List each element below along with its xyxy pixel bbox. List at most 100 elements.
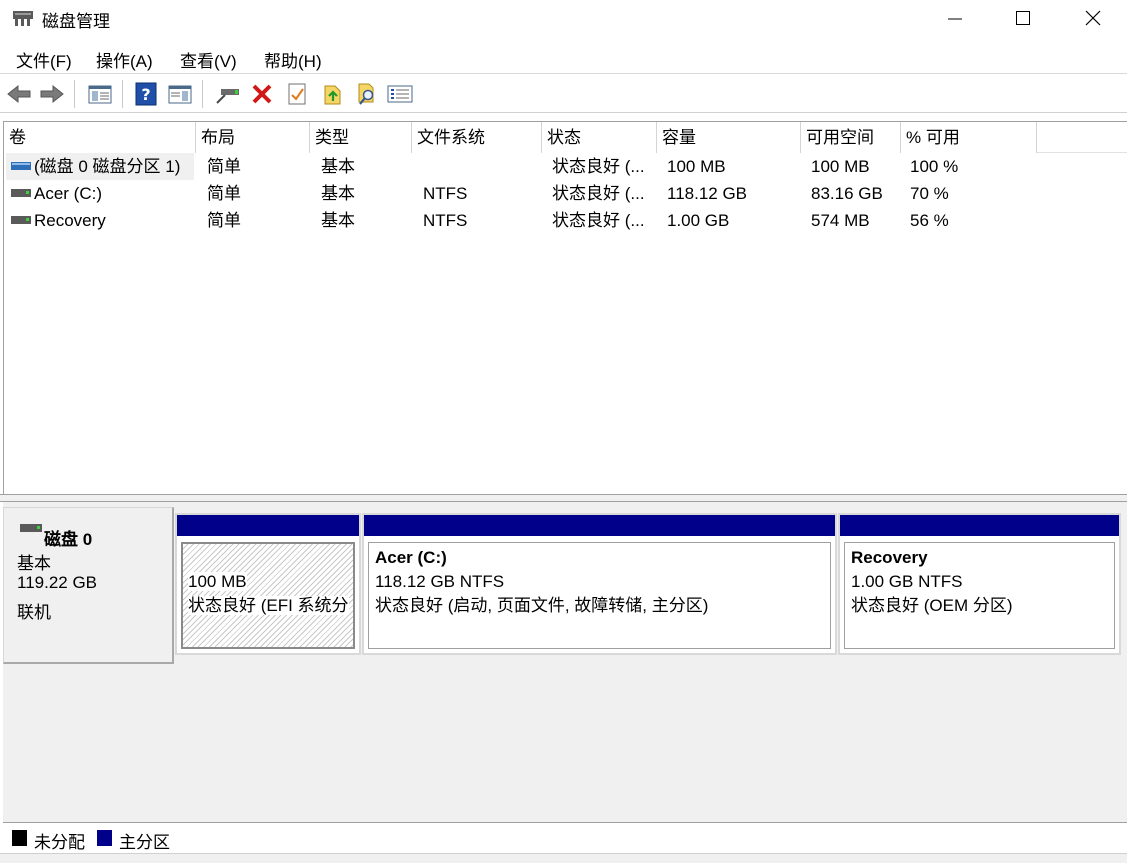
column-header-volume[interactable]: 卷	[4, 122, 196, 153]
partition-status: 状态良好 (启动, 页面文件, 故障转储, 主分区)	[375, 596, 709, 615]
disk-state: 联机	[17, 603, 51, 622]
disk-graphical-pane: 磁盘 0 基本 119.22 GB 联机 100 MB 状态良好 (EFI 系统…	[3, 502, 1127, 822]
back-button[interactable]	[5, 80, 33, 108]
free-space-cell: 574 MB	[811, 211, 870, 230]
help-button[interactable]: ?	[132, 80, 160, 108]
type-cell: 基本	[321, 157, 355, 176]
pane-splitter[interactable]	[0, 494, 1127, 502]
column-header-percent-free[interactable]: % 可用	[901, 122, 1037, 153]
disk-0-label[interactable]: 磁盘 0 基本 119.22 GB 联机	[3, 507, 174, 664]
minimize-icon	[948, 18, 962, 20]
partition-body: 100 MB 状态良好 (EFI 系统分	[181, 542, 355, 649]
list-view-icon	[387, 85, 413, 103]
status-cell: 状态良好 (...	[552, 157, 645, 176]
partition-size: 100 MB	[188, 572, 247, 591]
column-header-capacity[interactable]: 容量	[657, 122, 801, 153]
volume-name: (磁盘 0 磁盘分区 1)	[34, 157, 181, 176]
table-row[interactable]: Acer (C:) 简单 基本 NTFS 状态良好 (... 118.12 GB…	[4, 180, 1127, 207]
column-header-status[interactable]: 状态	[542, 122, 657, 153]
percent-free-cell: 100 %	[910, 157, 959, 176]
menu-bar: 文件(F) 操作(A) 查看(V) 帮助(H)	[0, 40, 1127, 74]
forward-button[interactable]	[38, 80, 66, 108]
export-button[interactable]	[319, 80, 347, 108]
capacity-cell: 118.12 GB	[667, 184, 748, 203]
action-pane-icon	[168, 85, 192, 104]
percent-free-cell: 70 %	[910, 184, 949, 203]
layout-cell: 简单	[207, 184, 241, 203]
status-cell: 状态良好 (...	[552, 211, 645, 230]
column-header-type[interactable]: 类型	[310, 122, 412, 153]
title-bar: 磁盘管理	[0, 0, 1127, 38]
partition-efi[interactable]: 100 MB 状态良好 (EFI 系统分	[175, 513, 361, 655]
percent-free-cell: 56 %	[910, 211, 949, 230]
connect-disk-button[interactable]	[214, 80, 242, 108]
volume-cell: (磁盘 0 磁盘分区 1)	[6, 153, 194, 180]
toolbar: ?	[0, 75, 1127, 113]
properties-icon	[288, 83, 306, 105]
capacity-cell: 100 MB	[667, 157, 726, 176]
status-cell: 状态良好 (...	[552, 184, 645, 203]
volume-cell: Recovery	[6, 207, 194, 234]
toolbar-separator	[74, 80, 75, 108]
column-header-layout[interactable]: 布局	[196, 122, 310, 153]
console-tree-icon	[88, 85, 112, 104]
unallocated-swatch	[12, 830, 27, 846]
layout-cell: 简单	[207, 211, 241, 230]
menu-file[interactable]: 文件(F)	[16, 47, 72, 72]
volume-cell: Acer (C:)	[6, 180, 194, 207]
partition-acer-c[interactable]: Acer (C:) 118.12 GB NTFS 状态良好 (启动, 页面文件,…	[362, 513, 837, 655]
partition-body: Recovery 1.00 GB NTFS 状态良好 (OEM 分区)	[844, 542, 1115, 649]
search-button[interactable]	[353, 80, 381, 108]
type-cell: 基本	[321, 184, 355, 203]
column-header-free-space[interactable]: 可用空间	[801, 122, 901, 153]
primary-partition-bar	[177, 515, 359, 536]
filesystem-cell	[423, 153, 538, 180]
console-tree-button[interactable]	[86, 80, 114, 108]
properties-button[interactable]	[283, 80, 311, 108]
legend-bar: 未分配 主分区	[3, 822, 1127, 853]
close-icon	[1085, 10, 1101, 26]
menu-action[interactable]: 操作(A)	[96, 47, 153, 72]
maximize-button[interactable]	[988, 0, 1058, 36]
close-button[interactable]	[1058, 0, 1127, 36]
delete-icon	[252, 84, 272, 104]
delete-button[interactable]	[248, 80, 276, 108]
disk-size: 119.22 GB	[17, 573, 98, 592]
type-cell: 基本	[321, 211, 355, 230]
legend-primary: 主分区	[119, 833, 170, 852]
minimize-button[interactable]	[920, 0, 990, 36]
action-pane-button[interactable]	[166, 80, 194, 108]
back-arrow-icon	[7, 84, 31, 104]
legend-unallocated: 未分配	[34, 833, 85, 852]
drive-icon	[11, 216, 31, 224]
forward-arrow-icon	[40, 84, 64, 104]
partition-volume-icon	[11, 162, 31, 170]
menu-view[interactable]: 查看(V)	[180, 47, 237, 72]
volume-list-header: 卷 布局 类型 文件系统 状态 容量 可用空间 % 可用	[4, 122, 1127, 153]
free-space-cell: 100 MB	[811, 157, 870, 176]
drive-icon	[11, 189, 31, 197]
column-header-filesystem[interactable]: 文件系统	[412, 122, 542, 153]
partition-status: 状态良好 (EFI 系统分	[188, 596, 349, 615]
partition-recovery[interactable]: Recovery 1.00 GB NTFS 状态良好 (OEM 分区)	[838, 513, 1121, 655]
search-icon	[358, 83, 374, 105]
filesystem-cell: NTFS	[423, 211, 468, 230]
maximize-icon	[1016, 11, 1030, 25]
disk-management-app-icon	[13, 11, 33, 26]
partition-name: Recovery	[851, 548, 928, 567]
menu-help[interactable]: 帮助(H)	[264, 47, 322, 72]
capacity-cell: 1.00 GB	[667, 211, 730, 230]
toolbar-separator	[122, 80, 123, 108]
connect-disk-icon	[216, 89, 239, 104]
table-row[interactable]: Recovery 简单 基本 NTFS 状态良好 (... 1.00 GB 57…	[4, 207, 1127, 234]
disk-type: 基本	[17, 554, 51, 573]
disk-icon	[20, 524, 42, 532]
partition-name: Acer (C:)	[375, 548, 447, 567]
volume-name: Acer (C:)	[34, 184, 102, 203]
table-row[interactable]: (磁盘 0 磁盘分区 1) 简单 基本 状态良好 (... 100 MB 100…	[4, 153, 1127, 180]
primary-partition-swatch	[97, 830, 112, 846]
list-view-button[interactable]	[386, 80, 414, 108]
volume-list-pane: 卷 布局 类型 文件系统 状态 容量 可用空间 % 可用 (磁盘 0 磁盘分区 …	[3, 121, 1127, 495]
partition-size: 118.12 GB NTFS	[375, 572, 505, 591]
toolbar-separator	[202, 80, 203, 108]
